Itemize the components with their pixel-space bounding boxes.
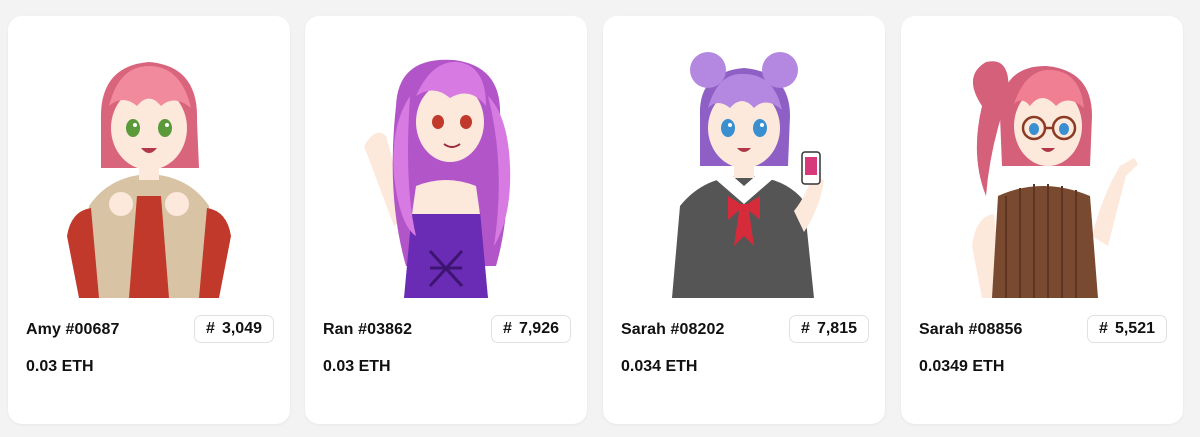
- nft-card[interactable]: Sarah #08856 # 5,521 0.0349 ETH: [901, 16, 1183, 424]
- rank-badge: # 5,521: [1087, 315, 1167, 343]
- rank-hash-icon: #: [1099, 320, 1108, 337]
- rank-hash-icon: #: [801, 320, 810, 337]
- nft-price: 0.0349 ETH: [919, 358, 1005, 375]
- character-artwork[interactable]: [644, 36, 844, 298]
- rank-value: 7,926: [518, 320, 559, 337]
- character-illustration: [67, 62, 231, 298]
- nft-name[interactable]: Amy #00687: [26, 321, 120, 339]
- nft-name[interactable]: Sarah #08202: [621, 321, 725, 339]
- nft-card[interactable]: Ran #03862 # 7,926 0.03 ETH: [305, 16, 587, 424]
- rank-badge: # 7,926: [491, 315, 571, 343]
- character-illustration: [364, 59, 511, 298]
- character-artwork[interactable]: [49, 36, 249, 298]
- rank-hash-icon: #: [206, 320, 215, 337]
- rank-hash-icon: #: [503, 320, 512, 337]
- nft-card[interactable]: Amy #00687 # 3,049 0.03 ETH: [8, 16, 290, 424]
- nft-name[interactable]: Ran #03862: [323, 321, 412, 339]
- rank-value: 5,521: [1114, 320, 1155, 337]
- character-artwork[interactable]: [346, 36, 546, 298]
- character-illustration: [672, 52, 824, 298]
- character-illustration: [972, 61, 1138, 298]
- nft-price: 0.03 ETH: [323, 358, 391, 375]
- nft-price: 0.03 ETH: [26, 358, 94, 375]
- nft-name[interactable]: Sarah #08856: [919, 321, 1023, 339]
- character-artwork[interactable]: [942, 36, 1142, 298]
- rank-value: 3,049: [221, 320, 262, 337]
- rank-badge: # 3,049: [194, 315, 274, 343]
- nft-card-grid: Amy #00687 # 3,049 0.03 ETH Ran #03862 #…: [0, 0, 1200, 437]
- rank-badge: # 7,815: [789, 315, 869, 343]
- nft-price: 0.034 ETH: [621, 358, 698, 375]
- rank-value: 7,815: [816, 320, 857, 337]
- nft-card[interactable]: Sarah #08202 # 7,815 0.034 ETH: [603, 16, 885, 424]
